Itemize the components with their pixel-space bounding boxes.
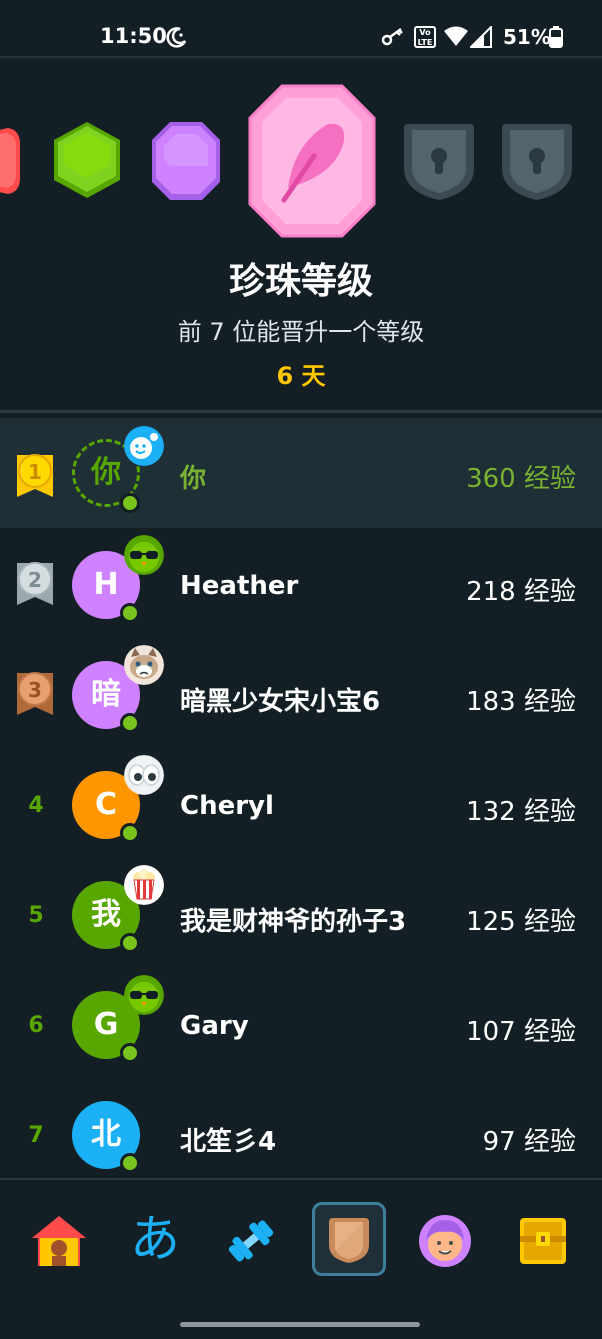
leaderboard-row[interactable]: 2 H Heather 218 经验 (0, 531, 602, 641)
volte-icon: Vo LTE (414, 26, 436, 48)
player-xp: 97 经验 (482, 1127, 576, 1157)
player-name: Heather (180, 571, 299, 601)
amethyst-league-badge-icon[interactable] (150, 120, 222, 202)
player-xp: 125 经验 (466, 907, 576, 937)
leaderboard-row[interactable]: 6 G Gary 107 经验 (0, 971, 602, 1081)
popcorn-decoration-icon (124, 865, 164, 905)
online-indicator (120, 1043, 140, 1063)
leaderboard-row[interactable]: 3 暗 暗黑少女宋小宝6 183 经验 (0, 641, 602, 751)
player-name: Gary (180, 1011, 249, 1041)
league-title: 珍珠等级 (228, 261, 373, 302)
sunglasses-owl-decoration-icon (124, 975, 164, 1015)
leaderboard-row[interactable]: 5 我 我是财神爷的孙子3 125 经验 (0, 861, 602, 971)
clock: 11:50 (100, 24, 167, 48)
leaderboard-row[interactable]: 7 北 北笙彡4 97 经验 (0, 1081, 602, 1191)
online-indicator (120, 933, 140, 953)
online-indicator (120, 493, 140, 513)
rank-number: 1 (28, 460, 42, 484)
status-bar: 11:50 Vo LTE 51% (0, 0, 602, 58)
grumpy-cat-decoration-icon (124, 645, 164, 685)
treasure-chest-icon[interactable] (514, 1212, 572, 1270)
player-name: 北笙彡4 (180, 1127, 277, 1157)
locked-league-badge-icon[interactable] (500, 122, 574, 202)
player-name: 暗黑少女宋小宝6 (180, 687, 381, 717)
profile-avatar-icon[interactable] (416, 1212, 474, 1270)
online-indicator (120, 603, 140, 623)
rank-number: 5 (28, 903, 44, 928)
header-divider (0, 410, 602, 413)
player-xp: 218 经验 (466, 577, 576, 607)
online-indicator (120, 1153, 140, 1173)
online-indicator (120, 713, 140, 733)
battery-icon (549, 26, 563, 48)
locked-league-badge-icon[interactable] (402, 122, 476, 202)
player-name: Cheryl (180, 791, 274, 821)
sunglasses-owl-decoration-icon (124, 535, 164, 575)
league-shield-icon (329, 1218, 369, 1263)
rank-number: 4 (28, 793, 44, 818)
home-icon[interactable] (30, 1212, 88, 1270)
days-remaining: 6 天 (276, 362, 326, 390)
promotion-rule: 前 7 位能晋升一个等级 (177, 318, 425, 346)
player-xp: 107 经验 (466, 1017, 576, 1047)
ruby-league-badge-icon[interactable] (0, 124, 22, 198)
leaderboard-row-me[interactable]: 1 你 你 360 经验 (0, 418, 602, 528)
player-xp: 132 经验 (466, 797, 576, 827)
emerald-league-badge-icon[interactable] (52, 120, 122, 200)
rank-number: 2 (28, 568, 42, 592)
league-header: 珍珠等级 前 7 位能晋升一个等级 6 天 (0, 58, 602, 410)
gear-smiley-decoration-icon (124, 426, 164, 466)
online-indicator (120, 823, 140, 843)
bronze-medal-icon: 3 (17, 672, 53, 715)
vpn-key-icon (381, 27, 403, 46)
gold-medal-icon: 1 (17, 454, 53, 497)
characters-tab-icon[interactable]: あ (126, 1212, 184, 1270)
player-name: 我是财神爷的孙子3 (180, 907, 407, 937)
battery-percent: 51% (503, 25, 551, 49)
silver-medal-icon: 2 (17, 562, 53, 605)
googly-eyes-decoration-icon (124, 755, 164, 795)
dumbbell-icon[interactable] (222, 1212, 280, 1270)
player-xp: 360 经验 (466, 464, 576, 494)
bottom-tab-bar: あ (0, 1178, 602, 1339)
home-indicator[interactable] (180, 1322, 420, 1327)
leaderboard-row[interactable]: 4 C Cheryl 132 经验 (0, 751, 602, 861)
player-name: 你 (180, 464, 207, 494)
rank-number: 7 (28, 1123, 44, 1148)
pearl-league-badge-icon[interactable] (248, 84, 376, 238)
wifi-icon (444, 26, 468, 46)
tab-leagues[interactable] (312, 1202, 386, 1276)
do-not-disturb-moon-icon (166, 27, 187, 48)
cell-signal-icon (470, 26, 492, 48)
rank-number: 6 (28, 1013, 44, 1038)
rank-number: 3 (28, 678, 42, 702)
player-xp: 183 经验 (466, 687, 576, 717)
